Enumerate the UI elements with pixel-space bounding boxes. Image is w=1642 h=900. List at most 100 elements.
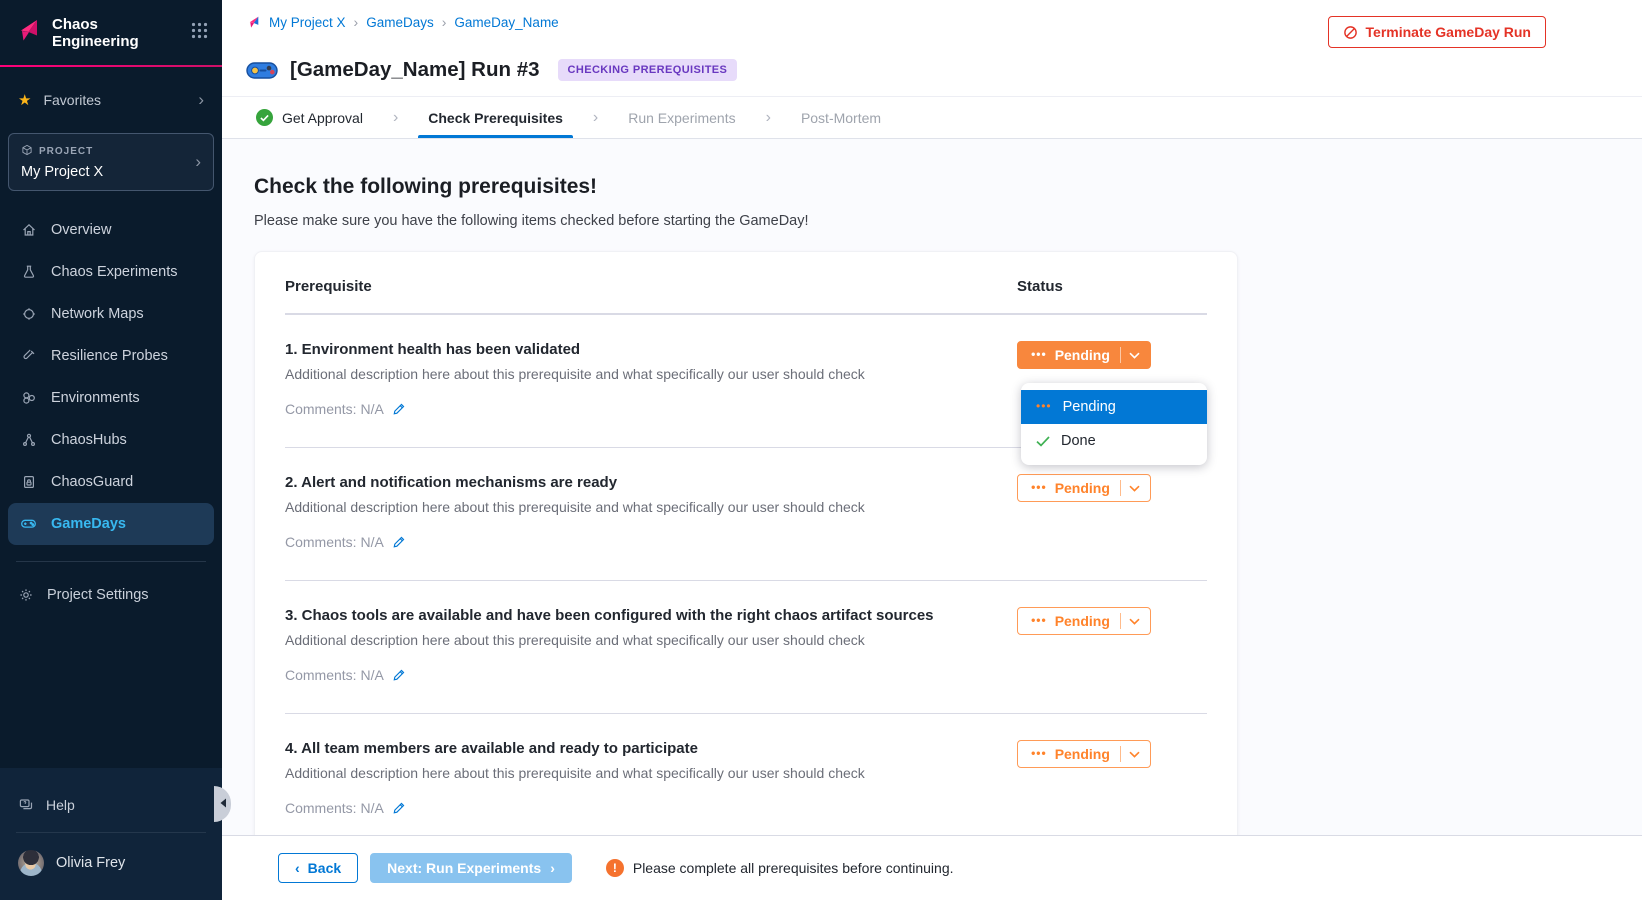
prohibited-icon <box>1343 25 1358 40</box>
footer-warning: ! Please complete all prerequisites befo… <box>606 859 954 877</box>
step-check-prerequisites[interactable]: Check Prerequisites <box>428 97 563 138</box>
pending-dots-icon: ••• <box>1031 746 1047 760</box>
sidebar-item-label: ChaosGuard <box>51 474 133 490</box>
sidebar-item-label: Resilience Probes <box>51 348 168 364</box>
comments-label: Comments: N/A <box>285 800 384 816</box>
sidebar-item-project-settings[interactable]: Project Settings <box>0 574 222 616</box>
status-dropdown-button[interactable]: ••• Pending <box>1017 740 1151 768</box>
sidebar-item-gamedays[interactable]: GameDays <box>8 503 214 545</box>
chevron-right-icon: › <box>550 860 555 876</box>
stepper: Get Approval › Check Prerequisites › Run… <box>222 97 1642 139</box>
back-button[interactable]: ‹ Back <box>278 853 358 883</box>
breadcrumb-link-project[interactable]: My Project X <box>269 15 346 30</box>
prerequisite-row: 1. Environment health has been validated… <box>285 314 1207 447</box>
sidebar-item-overview[interactable]: Overview <box>8 209 214 251</box>
breadcrumb-link-gamedays[interactable]: GameDays <box>366 15 434 30</box>
step-run-experiments[interactable]: Run Experiments <box>628 97 735 138</box>
edit-comment-icon[interactable] <box>392 668 406 682</box>
footer-bar: ‹ Back Next: Run Experiments › ! Please … <box>222 835 1642 900</box>
status-dropdown-button[interactable]: ••• Pending <box>1017 341 1151 369</box>
sidebar-header: ChaosEngineering <box>0 0 222 65</box>
user-name: Olivia Frey <box>56 855 125 871</box>
brand-name: ChaosEngineering <box>52 16 181 51</box>
edit-comment-icon[interactable] <box>392 535 406 549</box>
sidebar-item-label: Network Maps <box>51 306 144 322</box>
chevron-down-icon <box>1129 485 1140 492</box>
prerequisite-row: 3. Chaos tools are available and have be… <box>285 580 1207 713</box>
breadcrumb: My Project X › GameDays › GameDay_Name <box>246 14 559 30</box>
pending-dots-icon: ••• <box>1031 347 1047 361</box>
status-badge: CHECKING PREREQUISITES <box>558 59 738 81</box>
chevron-down-icon <box>1129 751 1140 758</box>
prerequisite-description: Additional description here about this p… <box>285 499 987 515</box>
edit-comment-icon[interactable] <box>392 402 406 416</box>
pending-dots-icon: ••• <box>1031 480 1047 494</box>
gamepad-icon <box>20 515 37 532</box>
sidebar-item-network-maps[interactable]: Network Maps <box>8 293 214 335</box>
prerequisite-title: 1. Environment health has been validated <box>285 341 987 358</box>
apps-grid-icon[interactable] <box>191 22 208 44</box>
prerequisite-title: 4. All team members are available and re… <box>285 740 987 757</box>
project-label: PROJECT <box>39 146 93 157</box>
menu-option-pending[interactable]: ••• Pending <box>1021 390 1207 424</box>
sidebar-footer: Help Olivia Frey <box>0 768 222 900</box>
chevron-right-icon: › <box>354 14 359 30</box>
sidebar-item-resilience-probes[interactable]: Resilience Probes <box>8 335 214 377</box>
collapse-chevron-icon <box>219 795 227 813</box>
chaos-logo-icon <box>14 17 42 50</box>
sidebar-item-environments[interactable]: Environments <box>8 377 214 419</box>
content-heading: Check the following prerequisites! <box>254 175 1642 199</box>
sidebar-item-chaos-experiments[interactable]: Chaos Experiments <box>8 251 214 293</box>
status-dropdown-button[interactable]: ••• Pending <box>1017 474 1151 502</box>
prerequisite-description: Additional description here about this p… <box>285 632 987 648</box>
divider <box>16 832 206 833</box>
project-selector[interactable]: PROJECT My Project X › <box>8 133 214 191</box>
prerequisite-title: 3. Chaos tools are available and have be… <box>285 607 987 624</box>
prerequisite-row: 4. All team members are available and re… <box>285 713 1207 835</box>
edit-comment-icon[interactable] <box>392 801 406 815</box>
favorites-row[interactable]: ★ Favorites › <box>0 77 222 123</box>
comments-label: Comments: N/A <box>285 534 384 550</box>
sidebar-item-label: GameDays <box>51 516 126 532</box>
sidebar-item-chaosguard[interactable]: ChaosGuard <box>8 461 214 503</box>
chevron-down-icon <box>1129 352 1140 359</box>
step-get-approval[interactable]: Get Approval <box>256 97 363 138</box>
chevron-right-icon: › <box>766 109 771 127</box>
prerequisite-description: Additional description here about this p… <box>285 366 987 382</box>
status-dropdown-button[interactable]: ••• Pending <box>1017 607 1151 635</box>
next-run-experiments-button[interactable]: Next: Run Experiments › <box>370 853 572 883</box>
main-area: My Project X › GameDays › GameDay_Name T… <box>222 0 1642 900</box>
prerequisites-card: Prerequisite Status 1. Environment healt… <box>254 251 1238 835</box>
user-menu[interactable]: Olivia Frey <box>0 837 222 889</box>
chevron-right-icon: › <box>393 109 398 127</box>
page-title: [GameDay_Name] Run #3 <box>290 58 540 82</box>
terminate-gameday-button[interactable]: Terminate GameDay Run <box>1328 16 1546 48</box>
breadcrumb-link-gameday-name[interactable]: GameDay_Name <box>454 15 558 30</box>
column-header-prerequisite: Prerequisite <box>285 278 372 295</box>
check-circle-icon <box>256 109 273 126</box>
prerequisite-description: Additional description here about this p… <box>285 765 987 781</box>
home-icon <box>20 221 37 238</box>
sidebar-item-label: Environments <box>51 390 140 406</box>
network-circle-icon <box>20 305 37 322</box>
menu-option-done[interactable]: Done <box>1021 424 1207 458</box>
help-label: Help <box>46 797 75 813</box>
chevron-right-icon: › <box>198 91 204 108</box>
prerequisite-row: 2. Alert and notification mechanisms are… <box>285 447 1207 580</box>
check-icon <box>1036 436 1050 447</box>
prerequisite-title: 2. Alert and notification mechanisms are… <box>285 474 987 491</box>
content-area: Check the following prerequisites! Pleas… <box>222 139 1642 835</box>
gear-icon <box>18 587 35 603</box>
step-post-mortem[interactable]: Post-Mortem <box>801 97 881 138</box>
sidebar-item-label: Overview <box>51 222 111 238</box>
star-icon: ★ <box>18 91 31 109</box>
sidebar-item-chaoshubs[interactable]: ChaosHubs <box>8 419 214 461</box>
chevron-right-icon: › <box>442 14 447 30</box>
column-header-status: Status <box>1017 278 1207 295</box>
warning-text: Please complete all prerequisites before… <box>633 860 954 876</box>
help-button[interactable]: Help <box>0 782 222 828</box>
gameday-gamepad-icon <box>246 60 278 81</box>
chat-help-icon <box>18 797 34 813</box>
avatar <box>18 850 44 876</box>
breadcrumb-logo-icon <box>246 15 261 30</box>
